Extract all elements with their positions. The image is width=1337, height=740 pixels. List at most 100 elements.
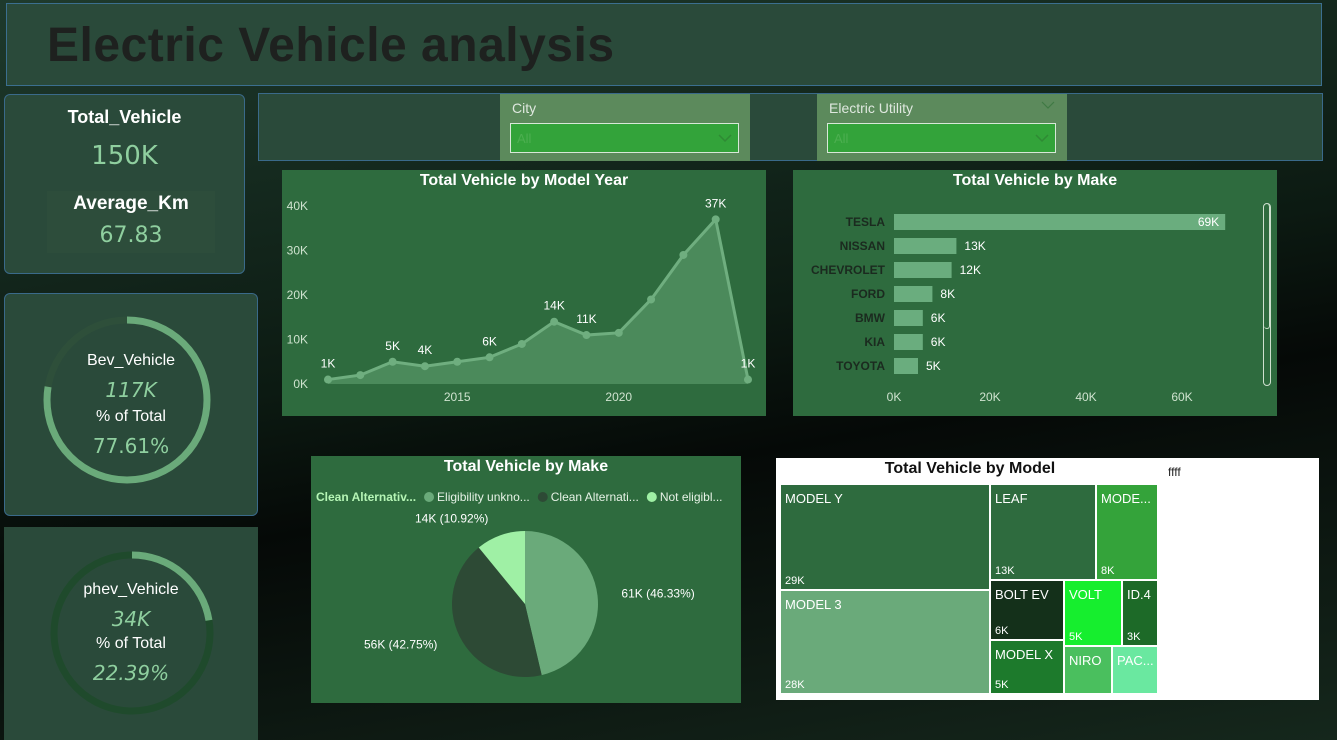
legend-label: Eligibility unkno... <box>437 490 530 504</box>
data-point <box>356 371 365 380</box>
treemap-cell-label: MODEL 3 <box>785 597 842 612</box>
x-tick-label: 20K <box>979 390 1000 404</box>
data-label: 4K <box>418 343 433 357</box>
kpi-total-card[interactable]: Total_Vehicle 150K Average_Km 67.83 <box>4 94 245 274</box>
bar <box>894 214 1226 230</box>
category-label: NISSAN <box>840 239 885 253</box>
bar <box>894 334 923 350</box>
treemap-cell-value: 6K <box>995 625 1009 637</box>
bar <box>894 238 957 254</box>
x-tick-label: 2020 <box>605 390 632 404</box>
city-dropdown-value: All <box>517 131 532 146</box>
kpi-phev-label: phev_Vehicle <box>83 581 179 598</box>
treemap-cell[interactable]: MODE... 8K <box>1096 484 1158 580</box>
treemap-cell-value: 8K <box>1101 565 1115 577</box>
treemap-cell-value: 29K <box>785 575 805 587</box>
data-point <box>550 317 559 326</box>
bar-value-label: 6K <box>931 335 946 349</box>
treemap-cell[interactable]: ID.4 3K <box>1122 580 1158 646</box>
x-tick-label: 2015 <box>444 390 471 404</box>
treemap-cell[interactable]: VOLT 5K <box>1064 580 1122 646</box>
city-dropdown[interactable]: All <box>510 123 739 153</box>
legend-label: Clean Alternati... <box>551 490 639 504</box>
data-label: 11K <box>576 312 596 326</box>
kpi-phev-pct-label: % of Total <box>96 635 166 652</box>
note-text: ffff <box>1168 465 1181 479</box>
filter-bar <box>258 93 1323 161</box>
treemap-cell[interactable]: BOLT EV 6K <box>990 580 1064 640</box>
kpi-total-label: Total_Vehicle <box>67 107 182 127</box>
category-label: FORD <box>851 287 885 301</box>
make-bar-chart[interactable]: Total Vehicle by Make TESLA 69K NISSAN 13K C… <box>793 170 1277 416</box>
bar-value-label: 12K <box>960 263 981 277</box>
scrollbar-track[interactable] <box>1263 203 1271 386</box>
x-tick-label: 0K <box>887 390 902 404</box>
model-treemap[interactable]: Total Vehicle by Model ffff MODEL Y 29K MO… <box>776 458 1319 700</box>
chevron-down-icon <box>1041 101 1055 109</box>
bar-value-label: 69K <box>1198 215 1219 229</box>
data-point <box>485 353 494 362</box>
treemap-cell[interactable]: NIRO <box>1064 646 1112 694</box>
make-pie-chart[interactable]: Total Vehicle by Make Clean Alternativ..… <box>311 456 741 703</box>
treemap-cell-label: VOLT <box>1069 587 1102 602</box>
data-label: 6K <box>482 334 497 348</box>
data-point <box>388 357 397 366</box>
bar-value-label: 6K <box>931 311 946 325</box>
treemap-cell-label: PAC... <box>1117 653 1154 668</box>
data-point <box>744 375 752 384</box>
kpi-avg-value: 67.83 <box>99 223 163 248</box>
data-point <box>614 328 623 337</box>
data-point <box>420 362 429 371</box>
model-year-plot: 0K 10K 20K 30K 40K 2015 2020 1K 5K 4K 6K 14K 11K 37K 1… <box>287 196 756 404</box>
treemap-cell[interactable]: MODEL X 5K <box>990 640 1064 694</box>
legend-label: Not eligibl... <box>660 490 723 504</box>
slice-label: 14K (10.92%) <box>415 511 488 525</box>
treemap-cell-label: MODEL X <box>995 647 1054 662</box>
treemap-cell-value: 5K <box>1069 631 1083 643</box>
kpi-bev-card[interactable]: Bev_Vehicle 117K % of Total 77.61% <box>4 293 258 516</box>
scrollbar-thumb[interactable] <box>1264 204 1270 329</box>
y-tick-label: 10K <box>287 333 308 347</box>
utility-dropdown[interactable]: All <box>827 123 1056 153</box>
city-slicer[interactable]: City All <box>500 94 750 161</box>
data-point <box>324 375 332 384</box>
treemap-cell[interactable]: LEAF 13K <box>990 484 1096 580</box>
treemap-cell-label: ID.4 <box>1127 587 1151 602</box>
category-label: KIA <box>864 335 885 349</box>
treemap-cell[interactable]: MODEL 3 28K <box>780 590 990 694</box>
y-tick-label: 40K <box>287 199 308 213</box>
data-label: 5K <box>385 339 400 353</box>
category-label: BMW <box>855 311 886 325</box>
treemap-cell[interactable]: MODEL Y 29K <box>780 484 990 590</box>
treemap-area: MODEL Y 29K MODEL 3 28K LEAF 13K MODE... 8K BOLT… <box>780 484 1160 694</box>
data-label: 37K <box>705 196 726 210</box>
model-year-chart[interactable]: Total Vehicle by Model Year 0K 10K 20K 30K 4… <box>282 170 766 416</box>
treemap-cell-value: 3K <box>1127 631 1141 643</box>
bar-value-label: 8K <box>940 287 955 301</box>
chevron-down-icon <box>718 134 732 143</box>
kpi-bev-pct-label: % of Total <box>96 408 166 425</box>
data-point <box>647 295 656 304</box>
data-label: 1K <box>321 357 336 371</box>
kpi-phev-card[interactable]: phev_Vehicle 34K % of Total 22.39% <box>4 527 258 740</box>
chevron-down-icon <box>1035 134 1049 143</box>
bar-value-label: 13K <box>964 239 985 253</box>
data-point <box>453 357 462 366</box>
y-tick-label: 20K <box>287 288 308 302</box>
treemap-cell-label: MODEL Y <box>785 491 843 506</box>
treemap-cell-value: 28K <box>785 679 805 691</box>
bar <box>894 358 918 374</box>
y-tick-label: 0K <box>293 377 308 391</box>
utility-slicer-label: Electric Utility <box>829 100 914 116</box>
bar <box>894 310 923 326</box>
utility-dropdown-value: All <box>834 131 849 146</box>
treemap-cell[interactable]: PAC... <box>1112 646 1158 694</box>
treemap-cell-value: 5K <box>995 679 1009 691</box>
category-label: CHEVROLET <box>811 263 886 277</box>
slice-label: 61K (46.33%) <box>621 587 694 601</box>
data-point <box>711 215 720 224</box>
bar <box>894 286 933 302</box>
kpi-avg-label: Average_Km <box>73 193 189 214</box>
y-tick-label: 30K <box>287 244 308 258</box>
utility-slicer[interactable]: Electric Utility All <box>817 94 1067 161</box>
